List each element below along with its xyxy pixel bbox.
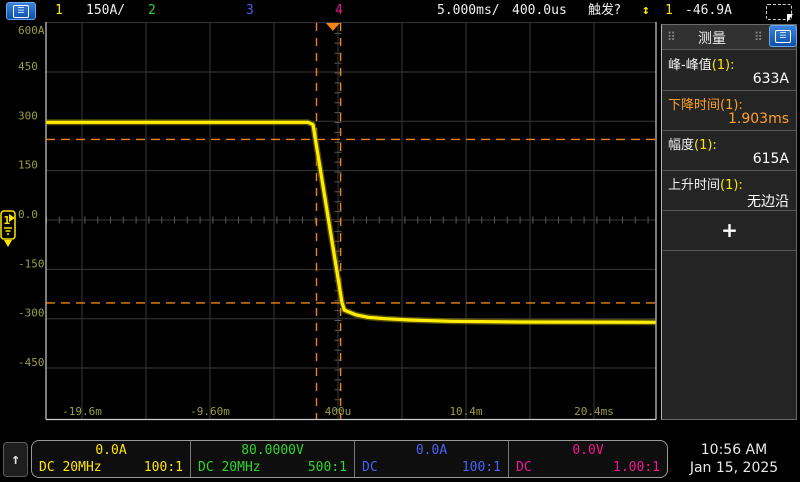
channel-status-bar: 0.0A DC 20MHz 100:1 80.0000V DC 20MHz 50… — [31, 440, 668, 478]
measurement-panel-title: 测量 — [662, 28, 762, 48]
graticule-gridlines — [46, 23, 656, 420]
down-arrow-icon — [4, 240, 12, 247]
channel-probe-ratio: 100:1 — [144, 460, 183, 475]
tab-channel-2[interactable]: 2 — [148, 0, 156, 22]
right-arrow-icon — [9, 214, 15, 222]
center-axis-ticks — [46, 23, 656, 419]
hamburger-menu-icon: ☰ — [13, 5, 29, 18]
channel-coupling: DC 20MHz — [198, 460, 261, 475]
measurement-label: 上升时间(1): — [668, 174, 743, 193]
plot-area[interactable]: 600A 450 300 150 0.0 -150 -300 -450 -19.… — [0, 22, 658, 423]
time-display: 10:56 AM — [668, 441, 800, 459]
measurement-item-rise-time[interactable]: 上升时间(1): 无边沿 — [663, 171, 796, 211]
trigger-slope-icon[interactable]: ↕ — [642, 0, 650, 22]
channel-probe-ratio: 500:1 — [308, 460, 347, 475]
channel-offset-value: 0.0A — [355, 443, 508, 458]
trigger-status: 触发? — [588, 0, 621, 22]
channel-offset-value: 0.0A — [32, 443, 190, 458]
measurement-item-peak-to-peak[interactable]: 峰-峰值(1): 633A — [663, 51, 796, 91]
add-measurement-button[interactable]: + — [663, 211, 796, 251]
ch1-ground-marker[interactable]: 1 — [1, 211, 15, 247]
channel-1-status[interactable]: 0.0A DC 20MHz 100:1 — [32, 441, 191, 477]
channel-probe-ratio: 100:1 — [462, 460, 501, 475]
svg-text:20.4ms: 20.4ms — [574, 405, 614, 418]
y-axis-labels: 600A 450 300 150 0.0 -150 -300 -450 — [18, 24, 45, 369]
svg-text:400u: 400u — [325, 405, 352, 418]
tab-channel-3[interactable]: 3 — [246, 0, 254, 22]
channel-coupling: DC 20MHz — [39, 460, 102, 475]
oscilloscope-screen: ☰ 1 150A/ 2 3 4 5.000ms/ 400.0us 触发? ↕ 1… — [0, 0, 800, 482]
channel-3-status[interactable]: 0.0A DC 100:1 — [355, 441, 509, 477]
list-menu-icon: ☰ — [775, 30, 791, 43]
svg-text:600A: 600A — [18, 24, 45, 37]
measurement-value: 无边沿 — [747, 191, 789, 211]
top-status-bar: ☰ 1 150A/ 2 3 4 5.000ms/ 400.0us 触发? ↕ 1… — [0, 0, 800, 22]
cursor-arrow-icon — [787, 14, 793, 22]
measurement-label: 幅度(1): — [668, 134, 717, 153]
x-axis-labels: -19.6m -9.60m 400u 10.4m 20.4ms — [62, 405, 614, 418]
tab-channel-4[interactable]: 4 — [335, 0, 343, 22]
channel-offset-value: 0.0V — [509, 443, 667, 458]
channel-1-scale[interactable]: 150A/ — [86, 0, 125, 22]
measurement-value: 1.903ms — [728, 111, 789, 127]
svg-text:-150: -150 — [18, 257, 45, 270]
selection-box-icon[interactable] — [766, 4, 792, 20]
ch1-waveform-trace — [46, 122, 655, 322]
trigger-source[interactable]: 1 — [665, 0, 673, 22]
measurement-panel: ⠿ 测量 ⠿ 峰-峰值(1): 633A 下降时间(1): 1.903ms 幅度… — [661, 24, 797, 420]
svg-text:10.4m: 10.4m — [449, 405, 482, 418]
drag-handle-icon[interactable]: ⠿ — [754, 29, 763, 45]
main-menu-button[interactable]: ☰ — [6, 2, 36, 20]
tab-channel-1[interactable]: 1 — [55, 0, 63, 22]
measurement-value: 633A — [753, 71, 789, 87]
svg-text:450: 450 — [18, 60, 38, 73]
channel-4-status[interactable]: 0.0V DC 1.00:1 — [509, 441, 667, 477]
measurement-value: 615A — [753, 151, 789, 167]
channel-probe-ratio: 1.00:1 — [613, 460, 660, 475]
svg-text:-450: -450 — [18, 356, 45, 369]
delay-readout[interactable]: 400.0us — [512, 0, 567, 22]
measurement-label: 峰-峰值(1): — [668, 54, 735, 73]
measurement-menu-button[interactable]: ☰ — [769, 25, 797, 47]
up-arrow-icon: ↑ — [11, 450, 20, 468]
channel-coupling: DC — [362, 460, 378, 475]
channel-2-status[interactable]: 80.0000V DC 20MHz 500:1 — [191, 441, 355, 477]
expand-bottom-bar-button[interactable]: ↑ — [3, 442, 28, 477]
measurement-item-amplitude[interactable]: 幅度(1): 615A — [663, 131, 796, 171]
measurement-item-fall-time[interactable]: 下降时间(1): 1.903ms — [663, 91, 796, 131]
svg-text:300: 300 — [18, 109, 38, 122]
svg-text:-19.6m: -19.6m — [62, 405, 102, 418]
channel-coupling: DC — [516, 460, 532, 475]
measurement-cursors[interactable] — [46, 23, 656, 419]
axis-frame — [46, 22, 656, 420]
channel-offset-value: 80.0000V — [191, 443, 354, 458]
trigger-level-readout[interactable]: -46.9A — [685, 0, 732, 22]
clock: 10:56 AM Jan 15, 2025 — [668, 441, 800, 477]
svg-text:0.0: 0.0 — [18, 208, 38, 221]
timebase-readout[interactable]: 5.000ms/ — [437, 0, 500, 22]
svg-text:-300: -300 — [18, 307, 45, 320]
svg-text:150: 150 — [18, 159, 38, 172]
svg-text:-9.60m: -9.60m — [190, 405, 230, 418]
date-display: Jan 15, 2025 — [668, 459, 800, 477]
